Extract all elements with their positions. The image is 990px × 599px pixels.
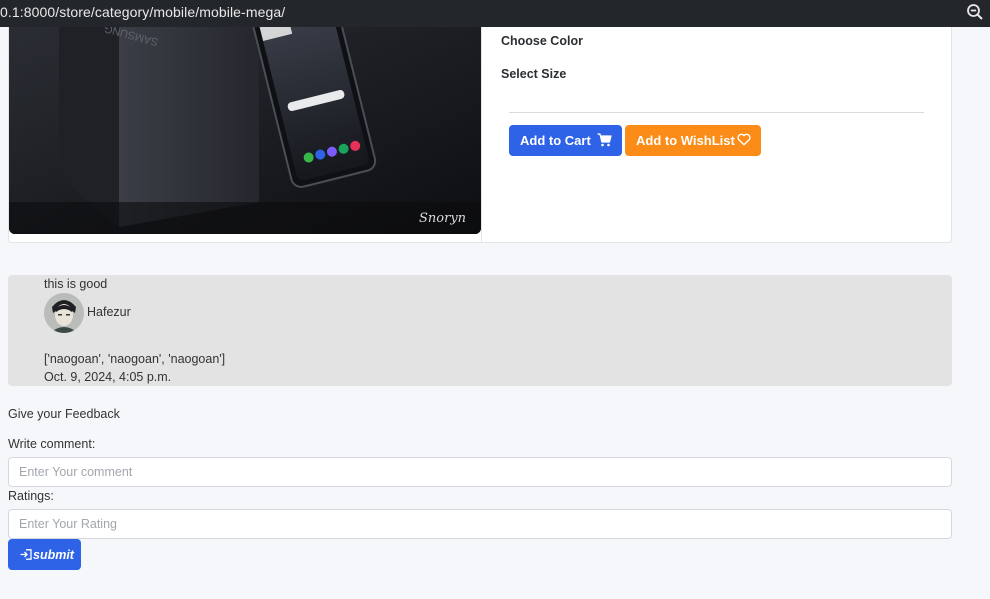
url-text[interactable]: 0.1:8000/store/category/mobile/mobile-me… [0, 0, 285, 24]
submit-label: submit [33, 547, 74, 562]
phone-photo: SAMSUNG Snoryn [9, 27, 481, 234]
add-to-wishlist-label: Add to WishList [636, 133, 735, 148]
product-card: SAMSUNG Snoryn Choose Color Select Size … [8, 27, 952, 243]
comment-label: Write comment: [8, 437, 96, 451]
card-divider [481, 27, 482, 242]
sign-in-icon [20, 549, 32, 560]
review-date: Oct. 9, 2024, 4:05 p.m. [44, 370, 172, 384]
review-user-name: Hafezur [87, 305, 131, 319]
cart-icon [597, 133, 612, 147]
add-to-cart-label: Add to Cart [520, 133, 591, 148]
feedback-title: Give your Feedback [8, 407, 120, 421]
choose-color-label: Choose Color [501, 34, 583, 48]
watermark-text: Snoryn [419, 211, 466, 226]
add-to-wishlist-button[interactable]: Add to WishList [625, 125, 761, 156]
zoom-out-icon[interactable] [966, 3, 984, 21]
comment-input[interactable] [8, 457, 952, 487]
browser-url-bar[interactable]: 0.1:8000/store/category/mobile/mobile-me… [0, 0, 990, 27]
add-to-cart-button[interactable]: Add to Cart [509, 125, 622, 156]
product-image: SAMSUNG Snoryn [9, 27, 481, 234]
rating-input[interactable] [8, 509, 952, 539]
options-divider [509, 112, 924, 113]
submit-button[interactable]: submit [8, 539, 81, 570]
review-item: this is good Hafezur ['naogoan', 'naogoa… [8, 275, 952, 386]
heart-icon [737, 133, 751, 146]
avatar [44, 293, 84, 333]
review-tags: ['naogoan', 'naogoan', 'naogoan'] [44, 352, 226, 366]
review-comment: this is good [44, 277, 108, 291]
rating-label: Ratings: [8, 489, 54, 503]
select-size-label: Select Size [501, 67, 567, 81]
